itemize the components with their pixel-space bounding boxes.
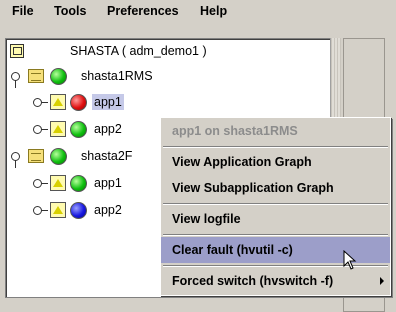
menu-bar: File Tools Preferences Help: [0, 0, 396, 24]
menu-tools[interactable]: Tools: [54, 4, 86, 18]
menu-preferences[interactable]: Preferences: [107, 4, 179, 18]
submenu-arrow-icon: [380, 277, 384, 285]
root-label: SHASTA ( adm_demo1 ): [70, 44, 207, 58]
tree-node-app1-shasta1[interactable]: app1: [32, 91, 124, 113]
tree-node-shasta2RMS[interactable]: shasta2F: [10, 145, 133, 168]
warning-icon: [50, 175, 66, 191]
node-label: app1: [92, 94, 124, 110]
system-icon: [28, 149, 44, 163]
node-label: app2: [94, 203, 122, 217]
tree-node-shasta1RMS[interactable]: shasta1RMS: [10, 65, 153, 88]
status-green-icon: [50, 147, 67, 165]
view-application-graph-item[interactable]: View Application Graph: [161, 149, 390, 175]
status-green-icon: [70, 174, 87, 192]
expand-handle-icon[interactable]: [10, 151, 20, 168]
warning-icon: [50, 121, 66, 137]
node-label: shasta2F: [81, 149, 133, 163]
view-subapplication-graph-item[interactable]: View Subapplication Graph: [161, 175, 390, 201]
collapse-handle-icon[interactable]: [32, 124, 48, 134]
tree-root[interactable]: SHASTA ( adm_demo1 ): [10, 40, 207, 62]
tree-node-app2-shasta1[interactable]: app2: [32, 118, 122, 140]
warning-icon: [50, 202, 66, 218]
node-label: app1: [94, 176, 122, 190]
menu-separator: [163, 203, 388, 205]
status-green-icon: [70, 120, 87, 138]
cluster-icon: [10, 44, 24, 58]
warning-icon: [50, 94, 66, 110]
menu-separator: [163, 146, 388, 148]
collapse-handle-icon[interactable]: [32, 97, 48, 107]
node-label: shasta1RMS: [81, 69, 153, 83]
status-blue-icon: [70, 201, 87, 219]
forced-switch-label: Forced switch (hvswitch -f): [172, 274, 334, 288]
collapse-handle-icon[interactable]: [32, 205, 48, 215]
tree-node-app1-shasta2[interactable]: app1: [32, 172, 122, 194]
system-icon: [28, 69, 44, 83]
node-label: app2: [94, 122, 122, 136]
menu-help[interactable]: Help: [200, 4, 227, 18]
status-green-icon: [50, 67, 67, 85]
menu-separator: [163, 234, 388, 236]
context-menu-title: app1 on shasta1RMS: [172, 124, 298, 138]
mouse-cursor-icon: [343, 250, 357, 270]
menu-file[interactable]: File: [12, 4, 34, 18]
view-logfile-item[interactable]: View logfile: [161, 206, 390, 232]
status-red-icon: [70, 93, 87, 111]
collapse-handle-icon[interactable]: [32, 178, 48, 188]
expand-handle-icon[interactable]: [10, 71, 20, 88]
tree-node-app2-shasta2[interactable]: app2: [32, 199, 122, 221]
